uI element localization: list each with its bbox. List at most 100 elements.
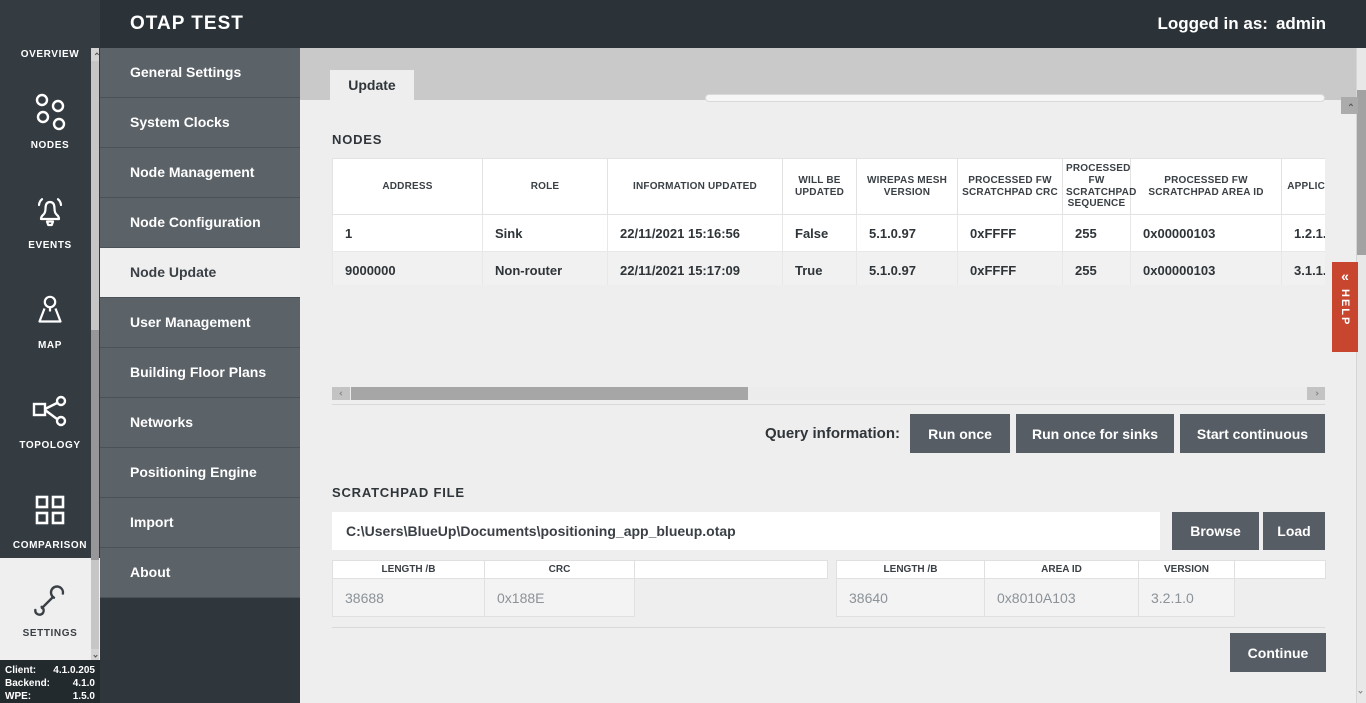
sidebar-item-label: EVENTS (28, 240, 72, 251)
nodes-icon (0, 90, 100, 134)
menu-item-system-clocks[interactable]: System Clocks (100, 98, 300, 148)
tab-bar: Update (300, 48, 1356, 100)
load-button[interactable]: Load (1263, 512, 1325, 550)
map-pin-icon (0, 290, 100, 334)
run-once-for-sinks-button[interactable]: Run once for sinks (1016, 414, 1174, 453)
app-window: OTAP TEST Logged in as: admin OVERVIEW NO… (0, 0, 1366, 703)
menu-item-node-update[interactable]: Node Update (100, 248, 300, 298)
menu-item-user-management[interactable]: User Management (100, 298, 300, 348)
cell-will-be-updated: False (782, 214, 857, 253)
sidebar-item-settings[interactable]: SETTINGS (0, 578, 100, 639)
wpe-version-value: 1.5.0 (72, 691, 95, 702)
cell-address: 9000000 (332, 251, 483, 285)
col-processed-fw-scratchpad-area-id: PROCESSED FW SCRATCHPAD AREA ID (1130, 158, 1282, 216)
sidebar-item-comparison[interactable]: COMPARISON (0, 490, 100, 551)
local-crc-value: 0x188E (484, 578, 635, 617)
stored-area-id-value: 0x8010A103 (984, 578, 1139, 617)
sidebar-item-map[interactable]: MAP (0, 290, 100, 351)
sidebar-item-label: SETTINGS (22, 628, 78, 639)
topology-icon (0, 390, 100, 434)
stored-col-area-id: AREA ID (984, 560, 1139, 579)
page-vscrollbar-thumb[interactable] (1357, 90, 1366, 255)
stored-length-value: 38640 (836, 578, 985, 617)
left-nav: OVERVIEW NODES EVENTS MAP TOPOLOGY COMPA… (0, 0, 100, 703)
cell-application-version: 3.1.1.0 (1281, 251, 1325, 285)
sidebar-item-topology[interactable]: TOPOLOGY (0, 390, 100, 451)
menu-item-positioning-engine[interactable]: Positioning Engine (100, 448, 300, 498)
cell-mesh-version: 5.1.0.97 (856, 214, 958, 253)
hscroll-right-icon[interactable] (1307, 387, 1325, 400)
run-once-button[interactable]: Run once (910, 414, 1010, 453)
menu-item-node-configuration[interactable]: Node Configuration (100, 198, 300, 248)
nodes-table-container: ADDRESS ROLE INFORMATION UPDATED WILL BE… (332, 158, 1325, 285)
sidebar-item-label: NODES (30, 140, 70, 151)
backend-version-label: Backend: (5, 678, 51, 689)
cell-address: 1 (332, 214, 483, 253)
wrench-icon (0, 578, 100, 622)
help-tab[interactable]: « HELP (1332, 262, 1358, 352)
stored-col-empty (1234, 560, 1326, 579)
cell-scratchpad-area-id: 0x00000103 (1130, 251, 1282, 285)
sidebar-scroll-up-icon[interactable] (91, 48, 99, 61)
page-vscrollbar[interactable] (1356, 48, 1366, 703)
logged-in-label: Logged in as: (1157, 14, 1268, 33)
cell-will-be-updated: True (782, 251, 857, 285)
start-continuous-button[interactable]: Start continuous (1180, 414, 1325, 453)
page-title: OTAP TEST (130, 13, 244, 34)
section-divider (332, 404, 1325, 405)
table-header-row: ADDRESS ROLE INFORMATION UPDATED WILL BE… (332, 158, 1325, 216)
content-top-scrollbar[interactable] (705, 94, 1325, 102)
sidebar-item-label: COMPARISON (12, 540, 88, 551)
cell-role: Sink (482, 214, 608, 253)
sidebar-item-events[interactable]: EVENTS (0, 190, 100, 251)
sidebar-item-label: MAP (37, 340, 63, 351)
sidebar-item-overview[interactable]: OVERVIEW (0, 43, 100, 60)
stored-empty-cell (1235, 579, 1326, 617)
page-scroll-down-icon[interactable] (1358, 680, 1363, 698)
menu-item-general-settings[interactable]: General Settings (100, 48, 300, 98)
sidebar-scrollbar-thumb[interactable] (91, 330, 99, 560)
nodes-table-hscrollbar[interactable] (332, 387, 1325, 400)
col-application-version: APPLICATION VERSION (1281, 158, 1325, 216)
collapse-chevrons-icon: « (1341, 268, 1349, 284)
nodes-section-title: NODES (332, 132, 383, 147)
section-divider (332, 627, 1325, 628)
menu-item-import[interactable]: Import (100, 498, 300, 548)
local-empty-cell (635, 579, 828, 617)
help-tab-label: HELP (1339, 289, 1351, 327)
stored-col-version: VERSION (1138, 560, 1235, 579)
cell-scratchpad-crc: 0xFFFF (957, 214, 1063, 253)
table-row[interactable]: 1 Sink 22/11/2021 15:16:56 False 5.1.0.9… (332, 214, 1325, 253)
col-processed-fw-scratchpad-crc: PROCESSED FW SCRATCHPAD CRC (957, 158, 1063, 216)
cell-role: Non-router (482, 251, 608, 285)
table-row[interactable]: 9000000 Non-router 22/11/2021 15:17:09 T… (332, 251, 1325, 285)
scratchpad-file-path-input[interactable] (332, 512, 1160, 550)
username: admin (1275, 14, 1326, 33)
cell-scratchpad-sequence: 255 (1062, 214, 1131, 253)
hscroll-thumb[interactable] (351, 387, 748, 400)
bell-icon (0, 190, 100, 234)
query-information-label: Query information: (764, 425, 900, 442)
menu-item-node-management[interactable]: Node Management (100, 148, 300, 198)
continue-button[interactable]: Continue (1230, 633, 1326, 672)
cell-mesh-version: 5.1.0.97 (856, 251, 958, 285)
local-file-table: LENGTH /B CRC 38688 0x188E (332, 560, 828, 617)
col-wirepas-mesh-version: WIREPAS MESH VERSION (856, 158, 958, 216)
sidebar-scrollbar[interactable] (91, 48, 99, 662)
cell-scratchpad-sequence: 255 (1062, 251, 1131, 285)
col-will-be-updated: WILL BE UPDATED (782, 158, 857, 216)
browse-button[interactable]: Browse (1172, 512, 1259, 550)
cell-scratchpad-crc: 0xFFFF (957, 251, 1063, 285)
menu-item-about[interactable]: About (100, 548, 300, 598)
content-scroll-up-icon[interactable] (1341, 97, 1358, 114)
sidebar-item-nodes[interactable]: NODES (0, 90, 100, 151)
col-address: ADDRESS (332, 158, 483, 216)
menu-item-building-floor-plans[interactable]: Building Floor Plans (100, 348, 300, 398)
sidebar-item-label: OVERVIEW (20, 49, 80, 60)
tab-update[interactable]: Update (330, 70, 414, 100)
menu-item-networks[interactable]: Networks (100, 398, 300, 448)
cell-scratchpad-area-id: 0x00000103 (1130, 214, 1282, 253)
local-length-value: 38688 (332, 578, 485, 617)
scratchpad-section-title: SCRATCHPAD FILE (332, 485, 465, 500)
hscroll-left-icon[interactable] (332, 387, 350, 400)
